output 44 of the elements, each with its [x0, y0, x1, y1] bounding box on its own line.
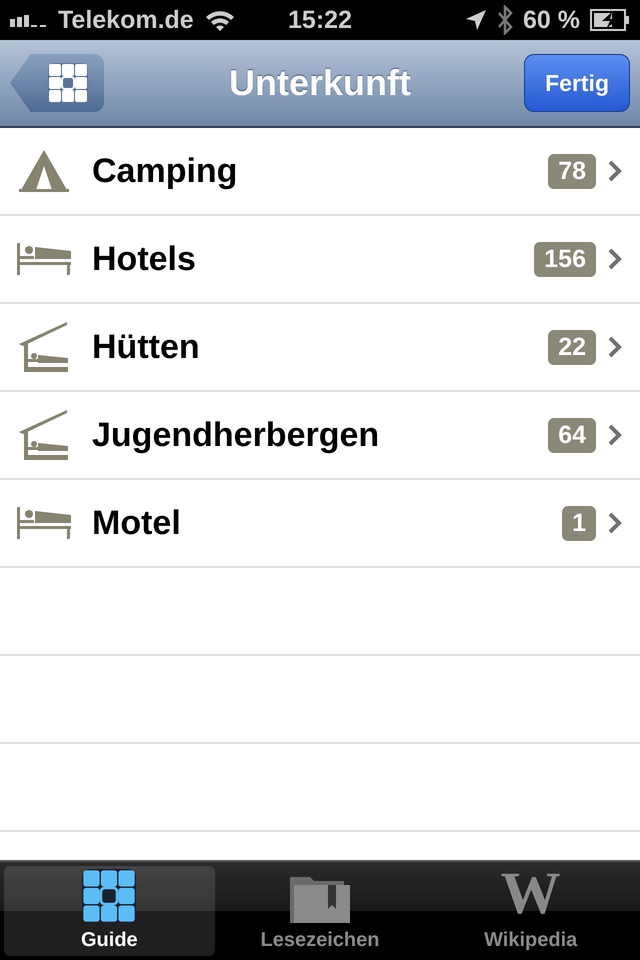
- chevron-icon: [608, 512, 622, 534]
- count-badge: 78: [548, 154, 596, 188]
- clock-time: 15:22: [288, 6, 352, 34]
- item-label: Motel: [92, 504, 182, 542]
- bed-icon: [17, 243, 71, 275]
- chevron-icon: [608, 424, 622, 446]
- tent-icon: [19, 150, 69, 192]
- grid-icon: [82, 869, 136, 923]
- battery-charging-icon: [590, 9, 630, 31]
- count-badge: 1: [562, 506, 596, 540]
- tab[interactable]: Lesezeichen: [214, 866, 426, 956]
- list-item[interactable]: Motel 1: [0, 480, 640, 568]
- wikipedia-logo: W: [500, 863, 561, 923]
- back-button[interactable]: [10, 54, 104, 112]
- bluetooth-icon: [497, 5, 514, 35]
- item-label: Jugendherbergen: [92, 416, 380, 454]
- item-label: Hütten: [92, 328, 201, 366]
- list-item[interactable]: Hotels 156: [0, 216, 640, 304]
- tab-label: Lesezeichen: [260, 929, 380, 952]
- tab[interactable]: Guide: [4, 866, 215, 956]
- screen-title: Unterkunft: [229, 62, 411, 104]
- tab[interactable]: W Wikipedia: [425, 866, 636, 956]
- location-arrow-icon: [465, 9, 488, 31]
- bed-icon: [17, 507, 71, 539]
- hut-icon: [19, 410, 69, 460]
- list-item[interactable]: Jugendherbergen 64: [0, 392, 640, 480]
- grid-icon: [48, 63, 88, 103]
- list-item[interactable]: Camping 78: [0, 128, 640, 216]
- chevron-icon: [608, 336, 622, 358]
- done-button[interactable]: Fertig: [524, 54, 630, 112]
- chevron-icon: [608, 248, 622, 270]
- hut-icon: [19, 322, 69, 372]
- item-label: Hotels: [92, 240, 197, 278]
- tab-label: Guide: [81, 929, 138, 952]
- carrier-name: Telekom.de: [58, 6, 194, 34]
- count-badge: 156: [534, 242, 596, 276]
- list-item[interactable]: Hütten 22: [0, 304, 640, 392]
- count-badge: 64: [548, 418, 596, 452]
- signal-icon: [10, 13, 48, 27]
- chevron-icon: [608, 160, 622, 182]
- battery-percentage: 60 %: [523, 6, 580, 34]
- item-label: Camping: [92, 152, 238, 190]
- count-badge: 22: [548, 330, 596, 364]
- tab-label: Wikipedia: [484, 929, 578, 952]
